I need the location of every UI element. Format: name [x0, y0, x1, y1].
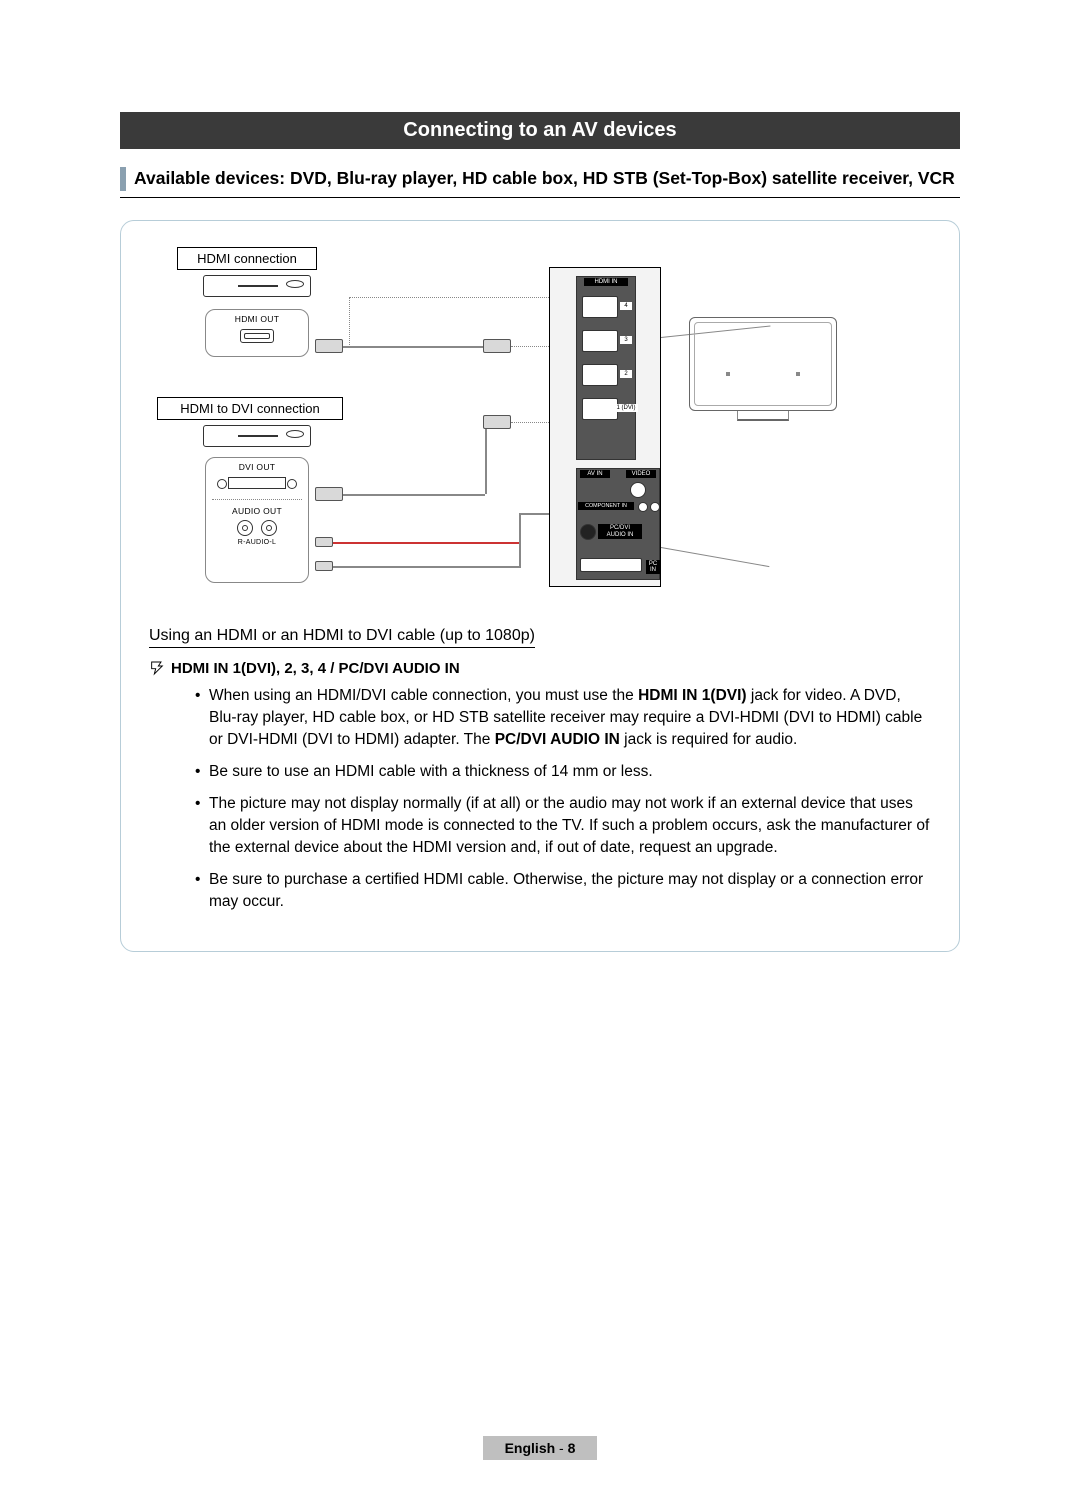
bullet1-pre: When using an HDMI/DVI cable connection,…	[209, 687, 638, 704]
footer-language: English	[505, 1440, 556, 1456]
panel-video: VIDEO	[626, 470, 656, 478]
bullet-older-hdmi: The picture may not display normally (if…	[195, 793, 931, 859]
tv-outline	[689, 317, 837, 411]
plug-hdmi-tv	[483, 339, 511, 353]
device-player-dvi	[203, 425, 311, 447]
dvi-port-icon	[228, 477, 286, 489]
cable-dvi-v	[485, 423, 487, 494]
label-hdmi-connection: HDMI connection	[177, 247, 317, 270]
bullet-cable-thickness: Be sure to use an HDMI cable with a thic…	[195, 761, 931, 783]
notes-list: When using an HDMI/DVI cable connection,…	[195, 685, 931, 913]
audio-jacks-icon	[206, 520, 308, 536]
note-hdmi-ports: HDMI IN 1(DVI), 2, 3, 4 / PC/DVI AUDIO I…	[171, 660, 460, 677]
section-title: Connecting to an AV devices	[120, 112, 960, 149]
label-hdmi-out: HDMI OUT	[206, 314, 308, 324]
available-devices-row: Available devices: DVD, Blu-ray player, …	[120, 167, 960, 191]
cable-hdmi-dotted-h	[349, 297, 559, 298]
footer-page-number: 8	[568, 1440, 576, 1456]
plug-hdmi-source	[315, 339, 343, 353]
panel-port-2: 2	[620, 370, 632, 378]
bullet1-bold2: PC/DVI AUDIO IN	[495, 731, 620, 748]
label-dvi-out: DVI OUT	[206, 462, 308, 472]
manual-page: Connecting to an AV devices Available de…	[0, 0, 1080, 1494]
cable-dvi	[343, 494, 485, 496]
label-hdmi-to-dvi-connection: HDMI to DVI connection	[157, 397, 343, 420]
connection-diagram: HDMI connection HDMI OUT HDMI to DVI con…	[120, 220, 960, 952]
using-hdmi-heading: Using an HDMI or an HDMI to DVI cable (u…	[149, 627, 535, 648]
note-icon	[149, 660, 165, 676]
tv-back-panel: HDMI IN 4 3 2 1 (DVI) AV IN VIDEO COMPON…	[549, 267, 661, 587]
panel-port-4: 4	[620, 302, 632, 310]
footer-sep: -	[555, 1440, 567, 1456]
panel-av-in: AV IN	[580, 470, 610, 478]
label-r-audio-l: R-AUDIO-L	[206, 539, 308, 546]
plug-dvi-source	[315, 487, 343, 501]
panel-lead-line-bottom	[661, 547, 770, 567]
bullet1-bold1: HDMI IN 1(DVI)	[638, 687, 747, 704]
cable-hdmi-solid	[343, 346, 497, 348]
panel-port-1dvi: 1 (DVI)	[614, 404, 638, 412]
subhead-underline	[120, 197, 960, 199]
tv-stand	[737, 411, 789, 421]
cable-audio-l	[333, 566, 519, 568]
dvi-audio-out-box: DVI OUT AUDIO OUT R-AUDIO-L	[205, 457, 309, 583]
cable-audio-merge	[519, 513, 521, 568]
panel-port-3: 3	[620, 336, 632, 344]
cable-hdmi-dotted-v	[349, 297, 350, 345]
diagram-canvas: HDMI connection HDMI OUT HDMI to DVI con…	[149, 247, 931, 617]
plug-audio-r	[315, 537, 333, 547]
panel-pc-in: PC IN	[646, 560, 660, 574]
page-footer: English - 8	[0, 1436, 1080, 1460]
bullet-certified-cable: Be sure to purchase a certified HDMI cab…	[195, 869, 931, 913]
available-devices-text: Available devices: DVD, Blu-ray player, …	[134, 167, 955, 191]
plug-audio-l	[315, 561, 333, 571]
note-row: HDMI IN 1(DVI), 2, 3, 4 / PC/DVI AUDIO I…	[149, 660, 931, 677]
bullet1-post: jack is required for audio.	[620, 731, 797, 748]
device-player-hdmi	[203, 275, 311, 297]
plug-hdmi-from-dvi	[483, 415, 511, 429]
panel-hdmi-in: HDMI IN	[584, 278, 628, 286]
label-audio-out: AUDIO OUT	[206, 506, 308, 516]
hdmi-out-box: HDMI OUT	[205, 309, 309, 357]
cable-audio-r	[333, 542, 519, 544]
subhead-accent-bar	[120, 167, 126, 191]
panel-pc-dvi-audio-in: PC/DVI AUDIO IN	[598, 524, 642, 539]
panel-component-in: COMPONENT IN	[578, 502, 634, 510]
bullet-hdmi-dvi-jack: When using an HDMI/DVI cable connection,…	[195, 685, 931, 751]
